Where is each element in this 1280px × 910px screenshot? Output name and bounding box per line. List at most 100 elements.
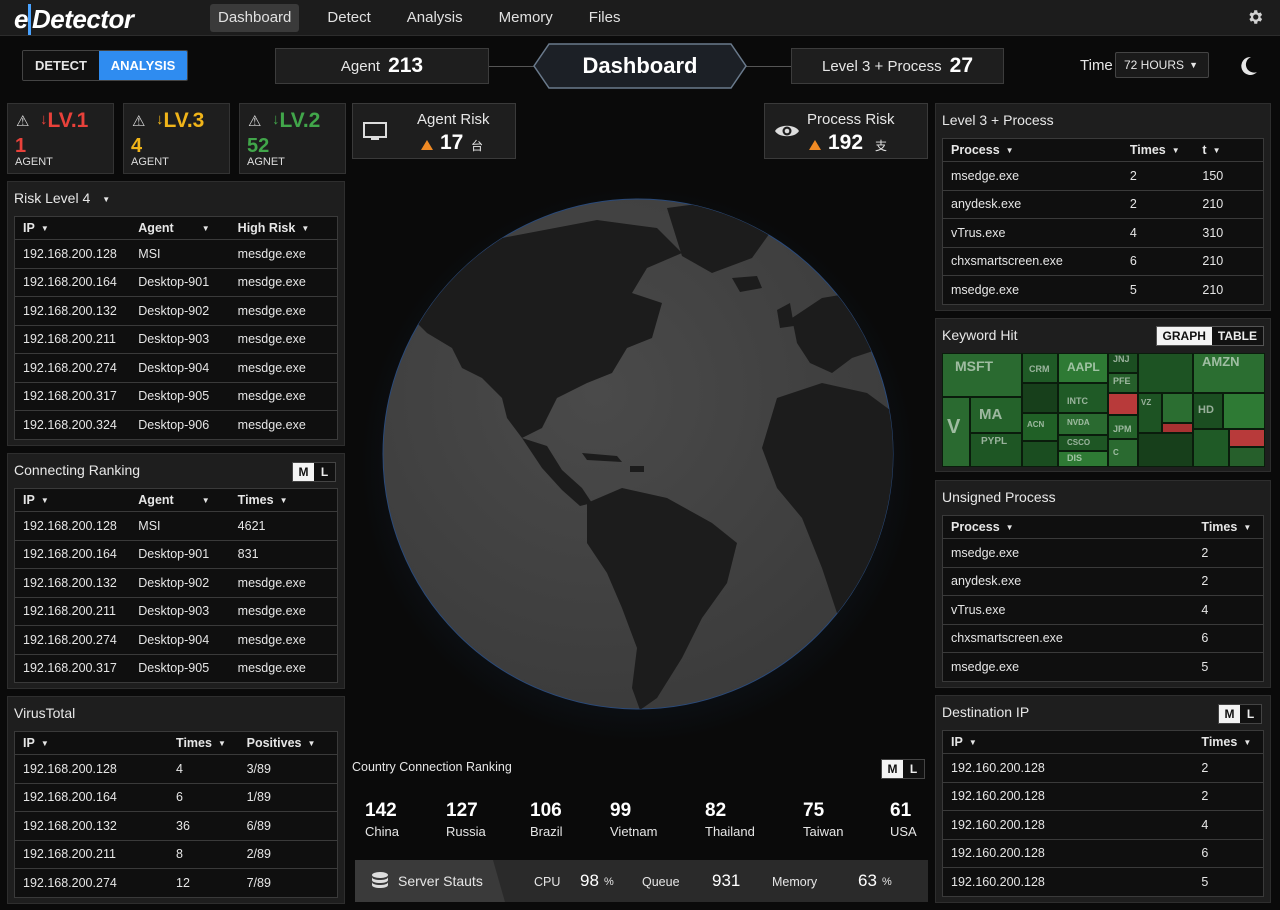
table-row[interactable]: 192.168.200.274 12 7/89 [15,868,337,897]
treemap-tile[interactable]: HD [1193,393,1223,429]
risk-level4-title[interactable]: Risk Level 4 ▼ [14,190,110,206]
treemap-tile[interactable]: PYPL [970,433,1022,467]
table-row[interactable]: 192.168.200.274 Desktop-904 mesdge.exe [15,353,337,382]
treemap-tile-loss[interactable] [1162,423,1193,433]
table-row[interactable]: 192.160.200.128 5 [943,867,1263,896]
keyword-treemap[interactable]: MSFT CRM AAPL JNJ PFE AMZN V MA PYPL INT… [942,353,1265,467]
treemap-tile-blank[interactable] [1162,393,1193,423]
column-header-t[interactable]: t ▼ [1194,143,1263,157]
table-row[interactable]: 192.168.200.164 6 1/89 [15,782,337,812]
table-row[interactable]: 192.168.200.324 Desktop-906 mesdge.exe [15,410,337,439]
table-row[interactable]: anydesk.exe 2 210 [943,189,1263,219]
treemap-tile-loss[interactable] [1108,393,1138,415]
size-m-button[interactable]: M [293,463,314,481]
level-card-lv2[interactable]: ⚠ ↓LV.2 52 AGNET [239,103,346,174]
country-item-china[interactable]: 142 China [365,800,399,839]
table-row[interactable]: vTrus.exe 4 [943,595,1263,624]
analysis-mode-button[interactable]: ANALYSIS [99,51,187,80]
table-row[interactable]: 192.160.200.128 4 [943,810,1263,839]
nav-memory[interactable]: Memory [491,4,561,32]
nav-dashboard[interactable]: Dashboard [210,4,300,32]
column-header-ip[interactable]: IP ▼ [15,736,168,750]
column-header-process[interactable]: Process ▼ [943,143,1122,157]
country-item-thailand[interactable]: 82 Thailand [705,800,755,839]
table-row[interactable]: 192.168.200.128 MSI mesdge.exe [15,239,337,268]
size-m-button[interactable]: M [1219,705,1240,723]
treemap-tile-blank[interactable] [1138,353,1193,393]
table-row[interactable]: 192.168.200.164 Desktop-901 831 [15,539,337,569]
treemap-tile[interactable]: PFE [1108,373,1138,393]
treemap-tile[interactable]: VZ [1138,393,1162,433]
treemap-tile[interactable]: INTC [1058,383,1108,413]
table-row[interactable]: 192.168.200.211 Desktop-903 mesdge.exe [15,596,337,626]
table-row[interactable]: msedge.exe 2 [943,538,1263,567]
treemap-tile-loss[interactable] [1229,429,1265,447]
table-row[interactable]: msedge.exe 5 210 [943,275,1263,304]
country-item-russia[interactable]: 127 Russia [446,800,486,839]
column-header-times[interactable]: Times ▼ [1122,143,1195,157]
column-header-ip[interactable]: IP ▼ [15,493,130,507]
treemap-tile[interactable]: DIS [1058,451,1108,467]
table-row[interactable]: 192.168.200.317 Desktop-905 mesdge.exe [15,653,337,683]
treemap-tile[interactable]: MSFT [942,353,1022,397]
level-card-lv1[interactable]: ⚠ ↓LV.1 1 AGENT [7,103,114,174]
column-header-agent[interactable]: Agent ▼ [130,221,229,235]
column-header-high-risk[interactable]: High Risk ▼ [230,221,337,235]
table-row[interactable]: 192.160.200.128 2 [943,781,1263,811]
nav-analysis[interactable]: Analysis [399,4,471,32]
treemap-tile[interactable]: C [1108,439,1138,467]
table-row[interactable]: 192.168.200.274 Desktop-904 mesdge.exe [15,625,337,654]
graph-view-button[interactable]: GRAPH [1156,327,1212,345]
moon-icon[interactable] [1237,55,1259,77]
process-risk-box[interactable]: Process Risk 192 支 [764,103,928,159]
country-item-brazil[interactable]: 106 Brazil [530,800,563,839]
treemap-tile[interactable]: MA [970,397,1022,433]
treemap-tile-blank[interactable] [1022,441,1058,467]
column-header-positives[interactable]: Positives ▼ [239,736,337,750]
treemap-tile-blank[interactable] [1229,447,1265,467]
gear-icon[interactable] [1246,8,1264,26]
size-l-button[interactable]: L [903,760,924,778]
table-row[interactable]: msedge.exe 5 [943,652,1263,681]
nav-files[interactable]: Files [581,4,629,32]
treemap-tile[interactable]: AMZN [1193,353,1265,393]
table-row[interactable]: msedge.exe 2 150 [943,161,1263,190]
column-header-agent[interactable]: Agent ▼ [130,493,229,507]
table-row[interactable]: chxsmartscreen.exe 6 210 [943,246,1263,276]
treemap-tile[interactable]: JNJ [1108,353,1138,373]
column-header-ip[interactable]: IP ▼ [943,735,1193,749]
treemap-tile-blank[interactable] [1193,429,1229,467]
column-header-times[interactable]: Times ▼ [230,493,337,507]
column-header-times[interactable]: Times ▼ [1193,520,1263,534]
table-row[interactable]: chxsmartscreen.exe 6 [943,623,1263,653]
table-row[interactable]: 192.160.200.128 2 [943,753,1263,782]
table-row[interactable]: 192.168.200.211 Desktop-903 mesdge.exe [15,324,337,354]
treemap-tile[interactable]: ACN [1022,413,1058,441]
level-card-lv3[interactable]: ⚠ ↓LV.3 4 AGENT [123,103,230,174]
table-row[interactable]: 192.168.200.132 36 6/89 [15,811,337,840]
time-range-select[interactable]: 72 HOURS ▼ [1115,52,1209,78]
table-row[interactable]: 192.168.200.132 Desktop-902 mesdge.exe [15,568,337,597]
agent-risk-box[interactable]: Agent Risk 17 台 [352,103,516,159]
country-item-vietnam[interactable]: 99 Vietnam [610,800,657,839]
table-row[interactable]: 192.168.200.164 Desktop-901 mesdge.exe [15,267,337,297]
table-row[interactable]: 192.168.200.132 Desktop-902 mesdge.exe [15,296,337,325]
treemap-tile[interactable]: CSCO [1058,435,1108,451]
nav-detect[interactable]: Detect [319,4,378,32]
size-m-button[interactable]: M [882,760,903,778]
column-header-times[interactable]: Times ▼ [1193,735,1263,749]
size-l-button[interactable]: L [1240,705,1261,723]
treemap-tile[interactable]: AAPL [1058,353,1108,383]
table-row[interactable]: vTrus.exe 4 310 [943,218,1263,247]
treemap-tile[interactable]: NVDA [1058,413,1108,435]
column-header-process[interactable]: Process ▼ [943,520,1193,534]
table-row[interactable]: 192.168.200.128 MSI 4621 [15,511,337,540]
table-row[interactable]: 192.168.200.211 8 2/89 [15,839,337,869]
column-header-times[interactable]: Times ▼ [168,736,239,750]
table-view-button[interactable]: TABLE [1211,327,1263,345]
world-globe[interactable] [382,198,894,710]
detect-mode-button[interactable]: DETECT [23,51,99,80]
treemap-tile-blank[interactable] [1022,383,1058,413]
treemap-tile-blank[interactable] [1138,433,1193,467]
table-row[interactable]: 192.168.200.317 Desktop-905 mesdge.exe [15,381,337,411]
